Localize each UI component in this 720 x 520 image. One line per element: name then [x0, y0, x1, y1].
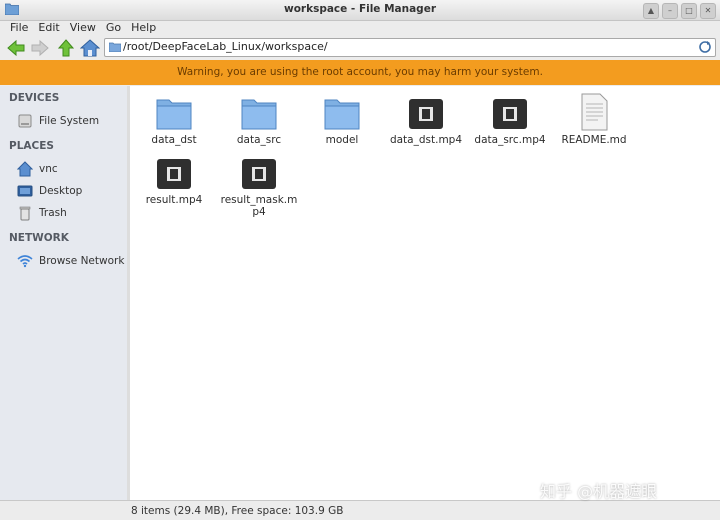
file-item-data-dst[interactable]: data_dst	[131, 97, 217, 146]
sidebar-item-label: vnc	[39, 163, 58, 175]
file-name: result.mp4	[145, 194, 203, 206]
forward-arrow-icon[interactable]	[30, 38, 50, 58]
menu-go[interactable]: Go	[101, 20, 126, 37]
sidebar-item-label: Browse Network	[39, 255, 125, 267]
video-file-icon	[242, 159, 276, 189]
file-name: data_dst	[151, 134, 197, 146]
home-icon[interactable]	[80, 38, 100, 58]
file-manager-window: workspace - File Manager ▲ – □ ✕ File Ed…	[0, 0, 720, 520]
file-item-model[interactable]: model	[299, 97, 385, 146]
file-view: data_dst data_src model data_dst.mp4 dat…	[130, 86, 720, 500]
close-icon[interactable]: ✕	[700, 3, 716, 19]
video-file-icon	[409, 99, 443, 129]
file-item-data-src-mp4[interactable]: data_src.mp4	[467, 97, 553, 146]
sidebar-item-file-system[interactable]: File System	[16, 112, 99, 130]
menu-file[interactable]: File	[5, 20, 33, 37]
title-bar[interactable]: workspace - File Manager ▲ – □ ✕	[0, 0, 720, 21]
file-name: data_dst.mp4	[389, 134, 463, 146]
location-path: /root/DeepFaceLab_Linux/workspace/	[123, 40, 328, 53]
sidebar-item-label: Trash	[39, 207, 67, 219]
sidebar-item-trash[interactable]: Trash	[16, 204, 67, 222]
reload-icon[interactable]	[698, 40, 712, 54]
folder-icon	[324, 99, 360, 130]
sidebar-item-desktop[interactable]: Desktop	[16, 182, 82, 200]
menu-help[interactable]: Help	[126, 20, 161, 37]
file-name: model	[325, 134, 359, 146]
sidebar-item-label: File System	[39, 115, 100, 127]
window-title: workspace - File Manager	[284, 3, 436, 15]
sidebar: DEVICES File System PLACES vnc Desktop T…	[0, 86, 128, 500]
drive-icon	[16, 113, 34, 129]
file-name: data_src	[236, 134, 282, 146]
file-item-result-mask-mp4[interactable]: result_mask.mp4	[216, 157, 302, 218]
video-file-icon	[157, 159, 191, 189]
maximize-icon[interactable]: □	[681, 3, 697, 19]
file-item-result-mp4[interactable]: result.mp4	[131, 157, 217, 206]
menu-bar: File Edit View Go Help	[0, 20, 720, 37]
location-bar[interactable]: /root/DeepFaceLab_Linux/workspace/	[104, 38, 716, 57]
text-file-icon	[581, 93, 608, 131]
menu-view[interactable]: View	[65, 20, 101, 37]
folder-icon	[156, 99, 192, 130]
file-name: README.md	[561, 134, 627, 146]
up-arrow-icon[interactable]: ▲	[643, 3, 659, 19]
menu-edit[interactable]: Edit	[33, 20, 64, 37]
folder-icon	[109, 42, 121, 52]
watermark: 知乎 @机器遮眼	[540, 482, 658, 501]
sidebar-header-devices: DEVICES	[9, 92, 60, 104]
wifi-icon	[16, 253, 34, 269]
status-bar: 8 items (29.4 MB), Free space: 103.9 GB	[0, 500, 720, 520]
minimize-icon[interactable]: –	[662, 3, 678, 19]
file-name: result_mask.mp4	[220, 194, 298, 218]
file-name: data_src.mp4	[474, 134, 546, 146]
file-item-readme[interactable]: README.md	[551, 93, 637, 146]
root-warning-banner: Warning, you are using the root account,…	[0, 60, 720, 85]
file-item-data-src[interactable]: data_src	[216, 97, 302, 146]
back-arrow-icon[interactable]	[6, 38, 26, 58]
status-text: 8 items (29.4 MB), Free space: 103.9 GB	[131, 505, 344, 517]
sidebar-header-places: PLACES	[9, 140, 54, 152]
sidebar-item-browse-network[interactable]: Browse Network	[16, 252, 124, 270]
home-folder-icon	[16, 161, 34, 177]
up-arrow-icon[interactable]	[56, 38, 76, 58]
toolbar: /root/DeepFaceLab_Linux/workspace/	[0, 37, 720, 59]
file-item-data-dst-mp4[interactable]: data_dst.mp4	[383, 97, 469, 146]
trash-icon	[16, 205, 34, 221]
video-file-icon	[493, 99, 527, 129]
sidebar-header-network: NETWORK	[9, 232, 69, 244]
desktop-icon	[16, 183, 34, 199]
sidebar-item-label: Desktop	[39, 185, 83, 197]
sidebar-item-vnc[interactable]: vnc	[16, 160, 58, 178]
folder-icon	[241, 99, 277, 130]
